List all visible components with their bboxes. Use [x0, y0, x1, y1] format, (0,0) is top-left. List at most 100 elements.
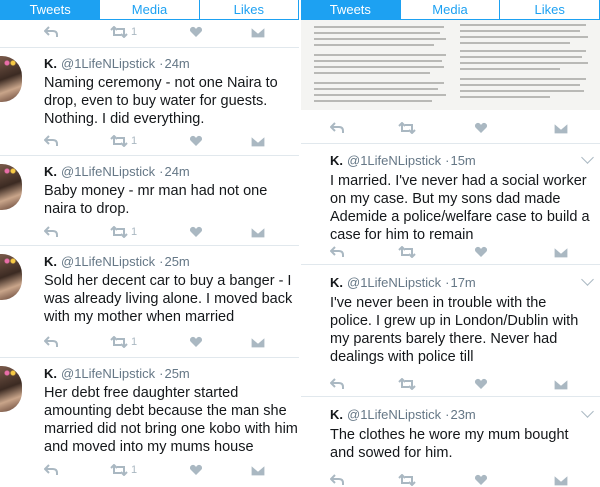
retweet-count: 1 — [131, 336, 138, 348]
envelope-icon[interactable] — [554, 122, 568, 134]
retweet-icon[interactable] — [398, 246, 416, 258]
panel-divider — [299, 0, 301, 487]
dot-separator: · — [445, 275, 450, 290]
tweet[interactable]: K. @1LifeNLipstick ·17m I've never been in… — [300, 265, 600, 397]
envelope-icon[interactable] — [251, 26, 266, 38]
reply-icon[interactable] — [44, 464, 58, 476]
heart-icon[interactable] — [474, 122, 488, 134]
tweet-author[interactable]: K. @1LifeNLipstick ·15m — [330, 153, 476, 168]
tweet-text: Sold her decent car to buy a banger - I … — [44, 273, 293, 325]
envelope-icon[interactable] — [251, 226, 266, 238]
dot-separator: · — [445, 153, 450, 168]
tab-likes[interactable]: Likes — [199, 0, 299, 20]
retweet-icon[interactable]: 1 — [110, 135, 137, 147]
reply-icon[interactable] — [330, 246, 344, 258]
tweet-text: Baby money - mr man had not one naira to… — [44, 183, 268, 217]
tweet-time: 25m — [164, 366, 190, 381]
author-name: K. — [330, 153, 343, 168]
tweet-time: 25m — [164, 254, 190, 269]
dot-separator: · — [159, 254, 164, 269]
author-name: K. — [44, 366, 57, 381]
tweet-text: I married. I've never had a social worke… — [330, 173, 590, 243]
tweet-time: 15m — [450, 153, 476, 168]
tweet[interactable]: K. @1LifeNLipstick ·15m I married. I've ne… — [300, 144, 600, 265]
tab-media[interactable]: Media — [400, 0, 501, 20]
tweet[interactable]: K. @1LifeNLipstick ·25m Her debt free daug… — [0, 358, 299, 487]
dot-separator: · — [159, 366, 164, 381]
tweet-author[interactable]: K. @1LifeNLipstick ·25m — [44, 254, 190, 269]
tweet[interactable]: K. @1LifeNLipstick ·24m Baby money - mr ma… — [0, 156, 299, 246]
profile-tab-bar: Tweets Media Likes — [0, 0, 299, 20]
reply-icon[interactable] — [330, 474, 344, 486]
retweet-icon[interactable]: 1 — [110, 336, 137, 348]
tweet-time: 23m — [450, 407, 476, 422]
tweet[interactable]: K. @1LifeNLipstick ·25m Sold her decent ca… — [0, 246, 299, 358]
avatar[interactable] — [0, 366, 22, 412]
retweet-icon[interactable]: 1 — [110, 226, 137, 238]
tweet[interactable]: K. @1LifeNLipstick ·23m The clothes he wor… — [300, 397, 600, 487]
envelope-icon[interactable] — [554, 378, 568, 390]
right-screenshot-panel: Tweets Media Likes K. @1LifeNLipstick ·1… — [300, 0, 600, 487]
chevron-down-icon[interactable] — [581, 151, 594, 164]
avatar[interactable] — [0, 254, 22, 300]
tweet-time: 24m — [164, 56, 190, 71]
tweet-time: 24m — [164, 164, 190, 179]
tweet-stream: K. @1LifeNLipstick ·15m I married. I've ne… — [300, 110, 600, 487]
reply-icon[interactable] — [44, 135, 58, 147]
tweet-author[interactable]: K. @1LifeNLipstick ·24m — [44, 56, 190, 71]
tab-tweets[interactable]: Tweets — [300, 0, 401, 20]
tweet-text: Naming ceremony - not one Naira to drop,… — [44, 75, 278, 127]
heart-icon[interactable] — [474, 378, 488, 390]
tweet-time: 17m — [450, 275, 476, 290]
envelope-icon[interactable] — [251, 464, 266, 476]
heart-icon[interactable] — [189, 26, 203, 38]
heart-icon[interactable] — [474, 474, 488, 486]
tweet[interactable] — [300, 110, 600, 144]
chevron-down-icon[interactable] — [581, 273, 594, 286]
chevron-down-icon[interactable] — [581, 405, 594, 418]
retweet-icon[interactable]: 1 — [110, 464, 137, 476]
tab-tweets[interactable]: Tweets — [0, 0, 101, 20]
tweet[interactable]: K. @1LifeNLipstick ·24m Naming ceremony - … — [0, 48, 299, 156]
heart-icon[interactable] — [474, 246, 488, 258]
envelope-icon[interactable] — [251, 336, 266, 348]
author-handle: @1LifeNLipstick — [61, 56, 156, 71]
retweet-count: 1 — [131, 135, 138, 147]
retweet-count: 1 — [131, 26, 138, 38]
avatar[interactable] — [0, 56, 22, 102]
tab-likes[interactable]: Likes — [500, 0, 600, 20]
tweet-author[interactable]: K. @1LifeNLipstick ·23m — [330, 407, 476, 422]
heart-icon[interactable] — [189, 226, 203, 238]
heart-icon[interactable] — [189, 135, 203, 147]
left-screenshot-panel: Tweets Media Likes 1 K. @1LifeNLipstick ·2… — [0, 0, 299, 487]
envelope-icon[interactable] — [554, 246, 568, 258]
reply-icon[interactable] — [330, 378, 344, 390]
dot-separator: · — [445, 407, 450, 422]
avatar[interactable] — [0, 164, 22, 210]
tab-media[interactable]: Media — [100, 0, 200, 20]
tweet-author[interactable]: K. @1LifeNLipstick ·25m — [44, 366, 190, 381]
envelope-icon[interactable] — [554, 474, 568, 486]
tweet-actions: 1 — [44, 462, 266, 478]
retweet-icon[interactable] — [398, 474, 416, 486]
author-handle: @1LifeNLipstick — [61, 164, 156, 179]
retweet-icon[interactable] — [398, 378, 416, 390]
envelope-icon[interactable] — [251, 135, 266, 147]
tweet[interactable]: 1 — [0, 20, 299, 48]
tweet-actions: 1 — [44, 224, 266, 240]
tweet-author[interactable]: K. @1LifeNLipstick ·24m — [44, 164, 190, 179]
attached-document-image[interactable] — [300, 20, 600, 110]
reply-icon[interactable] — [44, 26, 58, 38]
tweet-actions: 1 — [44, 24, 266, 40]
retweet-count: 1 — [131, 464, 138, 476]
reply-icon[interactable] — [330, 122, 344, 134]
retweet-icon[interactable]: 1 — [110, 26, 137, 38]
document-page-right — [460, 20, 590, 110]
reply-icon[interactable] — [44, 226, 58, 238]
reply-icon[interactable] — [44, 336, 58, 348]
tweet-actions — [330, 376, 568, 392]
tweet-author[interactable]: K. @1LifeNLipstick ·17m — [330, 275, 476, 290]
heart-icon[interactable] — [189, 336, 203, 348]
heart-icon[interactable] — [189, 464, 203, 476]
retweet-icon[interactable] — [398, 122, 416, 134]
